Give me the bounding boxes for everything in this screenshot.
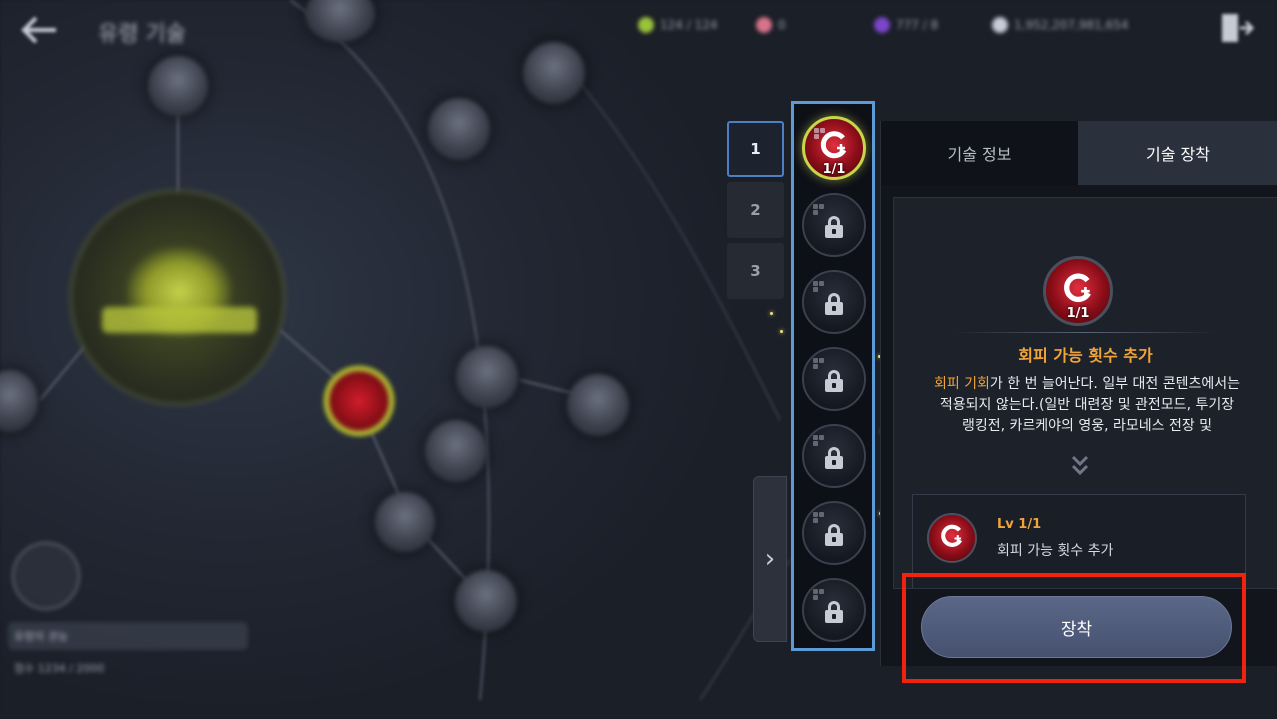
divider [954,332,1219,333]
core-skill-emblem[interactable] [70,190,285,405]
skill-slot-column: 1/1 [791,101,875,651]
skill-slot-locked[interactable] [802,270,866,334]
lock-icon [824,293,844,315]
exit-icon[interactable] [1218,10,1256,46]
skill-slot-locked[interactable] [802,578,866,642]
skill-description: 회피 기회가 한 번 늘어난다. 일부 대전 콘텐츠에서는 적용되지 않는다.(… [908,374,1266,437]
tree-node[interactable] [425,420,487,482]
grade-icon [813,435,825,447]
currency-value: 124 / 124 [660,18,718,32]
grade-icon [814,128,826,140]
tab-skill-equip[interactable]: 기술 장착 [1078,121,1277,185]
skill-slot-equipped[interactable]: 1/1 [802,116,866,180]
grade-icon [813,589,825,601]
grade-icon [813,204,825,216]
currency-pink: 0 [756,14,786,36]
preset-tab-3[interactable]: 3 [727,243,784,299]
preset-bar[interactable]: 유령의 권능 [8,622,248,650]
skill-slot-locked[interactable] [802,501,866,565]
currency-value: 1,952,207,981,654 [1014,18,1129,32]
tab-skill-info[interactable]: 기술 정보 [881,121,1078,185]
skill-desc-line: 가 한 번 늘어난다. 일부 대전 콘텐츠에서는 [989,376,1241,392]
silver-coin-icon [992,17,1008,33]
skill-desc-line: 랭킹전, 카르케야의 영웅, 라모네스 전장 및 [961,418,1213,434]
skill-desc-line: 적용되지 않는다.(일반 대련장 및 관전모드, 투기장 [939,397,1235,413]
lock-icon [824,601,844,623]
grade-icon [813,512,825,524]
currency-silver: 1,952,207,981,654 [992,14,1129,36]
preset-tab-2[interactable]: 2 [727,182,784,238]
skill-slot-locked[interactable] [802,424,866,488]
level-description: 회피 가능 횟수 추가 [997,543,1114,559]
green-gem-icon [638,17,654,33]
skill-icon-large: 1/1 [1043,256,1113,326]
currency-value: 777 / 8 [896,18,939,32]
skill-name: 회피 가능 횟수 추가 [1018,346,1153,365]
skill-slot-locked[interactable] [802,347,866,411]
back-arrow-icon[interactable] [18,14,62,50]
chevron-right-icon: › [764,544,776,574]
skill-desc-highlight: 회피 기회 [933,376,990,392]
tree-node-selected[interactable] [323,365,395,437]
preset-tab-1[interactable]: 1 [727,121,784,177]
highlight-box [902,573,1246,683]
purple-gem-icon [874,17,890,33]
expand-handle[interactable]: › [753,476,787,642]
lock-icon [824,216,844,238]
tree-node[interactable] [523,42,585,104]
grade-icon [813,281,825,293]
grade-icon [813,358,825,370]
skill-detail-box: 1/1 회피 가능 횟수 추가 회피 기회가 한 번 늘어난다. 일부 대전 콘… [893,197,1277,589]
points-text: 점수 1234 / 2000 [14,662,105,675]
tree-node[interactable] [455,570,517,632]
preset-label: 유령의 권능 [14,630,69,643]
currency-value: 0 [778,18,786,32]
pink-crystal-icon [756,17,772,33]
tree-node[interactable] [567,374,629,436]
zoom-icon[interactable] [12,542,80,610]
tree-node[interactable] [428,98,490,160]
slot-level: 1/1 [822,162,846,177]
dodge-skill-icon [1064,273,1091,302]
lock-icon [824,524,844,546]
double-chevron-down-icon [1071,455,1089,476]
currency-green: 124 / 124 [638,14,717,36]
lock-icon [824,447,844,469]
tree-node[interactable] [375,492,435,552]
currency-purple: 777 / 8 [874,14,938,36]
page-title: 유령 기술 [98,22,186,47]
tree-node[interactable] [148,56,208,116]
tree-node[interactable] [456,346,518,408]
skill-level-badge: 1/1 [1066,306,1090,321]
dodge-skill-icon [927,513,977,563]
skill-slot-locked[interactable] [802,193,866,257]
level-label: Lv 1/1 [997,517,1042,532]
lock-icon [824,370,844,392]
